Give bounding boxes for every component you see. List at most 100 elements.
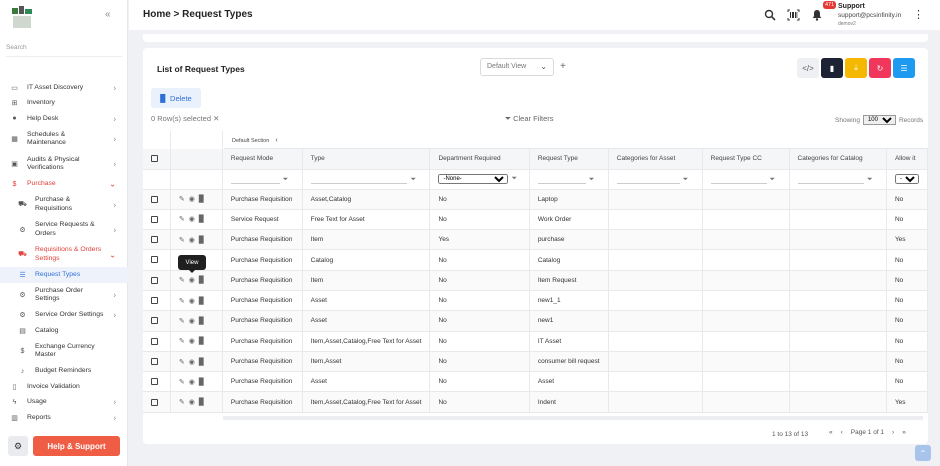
- column-settings-button[interactable]: ☰: [893, 58, 915, 78]
- filter-icon[interactable]: ⏷: [589, 176, 595, 183]
- table-row[interactable]: ✎◉▉ Purchase Requisition Item,Asset,Catalo…: [143, 331, 928, 352]
- sidebar-item-usage[interactable]: ϟ Usage ›: [0, 395, 128, 411]
- filter-cell[interactable]: ⏷: [529, 169, 609, 190]
- scroll-to-top-button[interactable]: ⌃: [915, 445, 931, 461]
- download-button[interactable]: ⤓: [845, 58, 867, 78]
- trash-icon[interactable]: ▉: [199, 277, 208, 284]
- clear-selection-icon[interactable]: ✕: [213, 114, 219, 123]
- page-size-select[interactable]: 100: [862, 115, 896, 125]
- edit-icon[interactable]: ✎: [179, 379, 189, 386]
- row-checkbox[interactable]: [151, 357, 158, 365]
- refresh-button[interactable]: ↻: [869, 58, 891, 78]
- filter-cell[interactable]: ⏷: [222, 169, 303, 190]
- table-row[interactable]: ✎◉▉ Purchase Requisition Asset,Catalog No La…: [143, 189, 928, 210]
- filter-icon[interactable]: ⏷: [683, 176, 689, 183]
- column-header[interactable]: Categories for Asset: [608, 149, 703, 170]
- bell-icon[interactable]: [810, 8, 824, 22]
- sidebar-item-audits[interactable]: ▣ Audits & Physical Verifications ›: [0, 152, 128, 177]
- row-checkbox[interactable]: [151, 256, 158, 264]
- allow-filter-select[interactable]: -None-: [894, 174, 919, 184]
- view-icon[interactable]: ◉: [189, 359, 199, 366]
- sidebar-item-request-types[interactable]: ☰ Request Types: [0, 267, 128, 283]
- view-icon[interactable]: ◉: [189, 318, 199, 325]
- add-view-icon[interactable]: +: [560, 61, 566, 72]
- sidebar-item-service-order-settings[interactable]: ⚙ Service Order Settings ›: [0, 308, 128, 324]
- column-header[interactable]: Request Type CC: [702, 149, 790, 170]
- edit-icon[interactable]: ✎: [179, 318, 189, 325]
- view-select[interactable]: Default View ⌄: [480, 58, 554, 76]
- row-checkbox[interactable]: [151, 215, 158, 223]
- filter-cell[interactable]: ⏷: [608, 169, 703, 190]
- filter-icon[interactable]: ⏷: [511, 175, 517, 182]
- help-support-button[interactable]: Help & Support: [33, 436, 120, 456]
- sidebar-item-help-desk[interactable]: ● Help Desk ›: [0, 111, 128, 127]
- view-icon[interactable]: ◉: [189, 196, 199, 203]
- edit-icon[interactable]: ✎: [179, 196, 189, 203]
- row-checkbox[interactable]: [151, 276, 158, 284]
- column-header[interactable]: Department Required: [429, 149, 530, 170]
- barcode-scan-icon[interactable]: [786, 8, 800, 22]
- sidebar-item-purchase-requisitions[interactable]: ⛟ Purchase & Requisitions ›: [0, 192, 128, 217]
- row-checkbox[interactable]: [151, 236, 158, 244]
- row-checkbox[interactable]: [151, 378, 158, 386]
- row-checkbox[interactable]: [151, 195, 158, 203]
- table-row[interactable]: ✎◉▉ Purchase Requisition Item Yes purchase Ye…: [143, 229, 928, 251]
- view-icon[interactable]: ◉: [189, 216, 199, 223]
- view-icon[interactable]: ◉: [189, 338, 199, 345]
- view-icon[interactable]: ◉: [189, 298, 199, 305]
- view-icon[interactable]: ◉: [189, 277, 199, 284]
- search-icon[interactable]: [763, 8, 777, 22]
- sidebar-item-inventory[interactable]: ⊞ Inventory: [0, 96, 128, 112]
- edit-icon[interactable]: ✎: [179, 338, 189, 345]
- trash-icon[interactable]: ▉: [199, 216, 208, 223]
- clear-filters-button[interactable]: ⏷ Clear Filters: [505, 114, 554, 124]
- filter-cell[interactable]: ⏷: [302, 169, 431, 190]
- delete-button[interactable]: ▉ Delete: [151, 88, 201, 108]
- sidebar-item-schedules[interactable]: ▦ Schedules & Maintenance ›: [0, 127, 128, 152]
- trash-icon[interactable]: ▉: [199, 318, 208, 325]
- column-header[interactable]: Categories for Catalog: [789, 149, 887, 170]
- filter-cell[interactable]: ⏷: [702, 169, 790, 190]
- table-row[interactable]: ✎◉▉ Purchase Requisition Item,Asset No consu…: [143, 351, 928, 373]
- sidebar-item-purchase[interactable]: $ Purchase ⌄: [0, 177, 128, 193]
- table-row[interactable]: ✎◉▉ Purchase Requisition Asset No new1 No: [143, 310, 928, 332]
- filter-cell[interactable]: ⏷: [789, 169, 887, 190]
- row-checkbox[interactable]: [151, 398, 158, 406]
- table-row[interactable]: ✎◉▉ Purchase Requisition Item,Asset,Catalo…: [143, 391, 928, 413]
- view-icon[interactable]: ◉: [189, 379, 199, 386]
- sidebar-item-invoice-validation[interactable]: ▯ Invoice Validation: [0, 379, 128, 395]
- settings-gear-button[interactable]: ⚙: [8, 436, 28, 456]
- filter-icon[interactable]: ⏷: [410, 176, 416, 183]
- trash-icon[interactable]: ▉: [199, 237, 208, 244]
- trash-icon[interactable]: ▉: [199, 196, 208, 203]
- export-document-button[interactable]: ▮: [821, 58, 843, 78]
- filter-icon[interactable]: ⏷: [770, 176, 776, 183]
- edit-icon[interactable]: ✎: [179, 359, 189, 366]
- sidebar-item-purchase-order-settings[interactable]: ⚙ Purchase Order Settings ›: [0, 283, 128, 308]
- row-checkbox[interactable]: [151, 297, 158, 305]
- select-all-checkbox[interactable]: [151, 155, 158, 163]
- filter-icon[interactable]: ⏷: [867, 176, 873, 183]
- table-row[interactable]: ✎◉▉ Service Request Free Text for Asset No W…: [143, 209, 928, 231]
- last-page-icon[interactable]: »: [902, 429, 906, 436]
- department-filter-select[interactable]: -None-: [438, 174, 509, 184]
- filter-icon[interactable]: ⏷: [283, 176, 289, 183]
- view-icon[interactable]: ◉: [189, 237, 199, 244]
- row-checkbox[interactable]: [151, 317, 158, 325]
- search-input[interactable]: Search: [6, 44, 27, 51]
- sidebar-item-catalog[interactable]: ▤ Catalog: [0, 323, 128, 339]
- more-options-icon[interactable]: ⋮: [913, 8, 924, 21]
- trash-icon[interactable]: ▉: [199, 399, 208, 406]
- table-row[interactable]: ✎◉▉ Purchase Requisition Item No Item Reques…: [143, 270, 928, 291]
- view-icon[interactable]: ◉: [189, 399, 199, 406]
- next-page-icon[interactable]: ›: [892, 429, 894, 436]
- column-header[interactable]: Allow it: [886, 149, 928, 170]
- edit-icon[interactable]: ✎: [179, 216, 189, 223]
- user-name[interactable]: Support: [838, 3, 865, 10]
- first-page-icon[interactable]: «: [829, 429, 833, 436]
- edit-icon[interactable]: ✎: [179, 399, 189, 406]
- sidebar-item-reports[interactable]: ▥ Reports ›: [0, 410, 128, 426]
- horizontal-scrollbar[interactable]: [223, 416, 923, 420]
- trash-icon[interactable]: ▉: [199, 379, 208, 386]
- prev-page-icon[interactable]: ‹: [841, 429, 843, 436]
